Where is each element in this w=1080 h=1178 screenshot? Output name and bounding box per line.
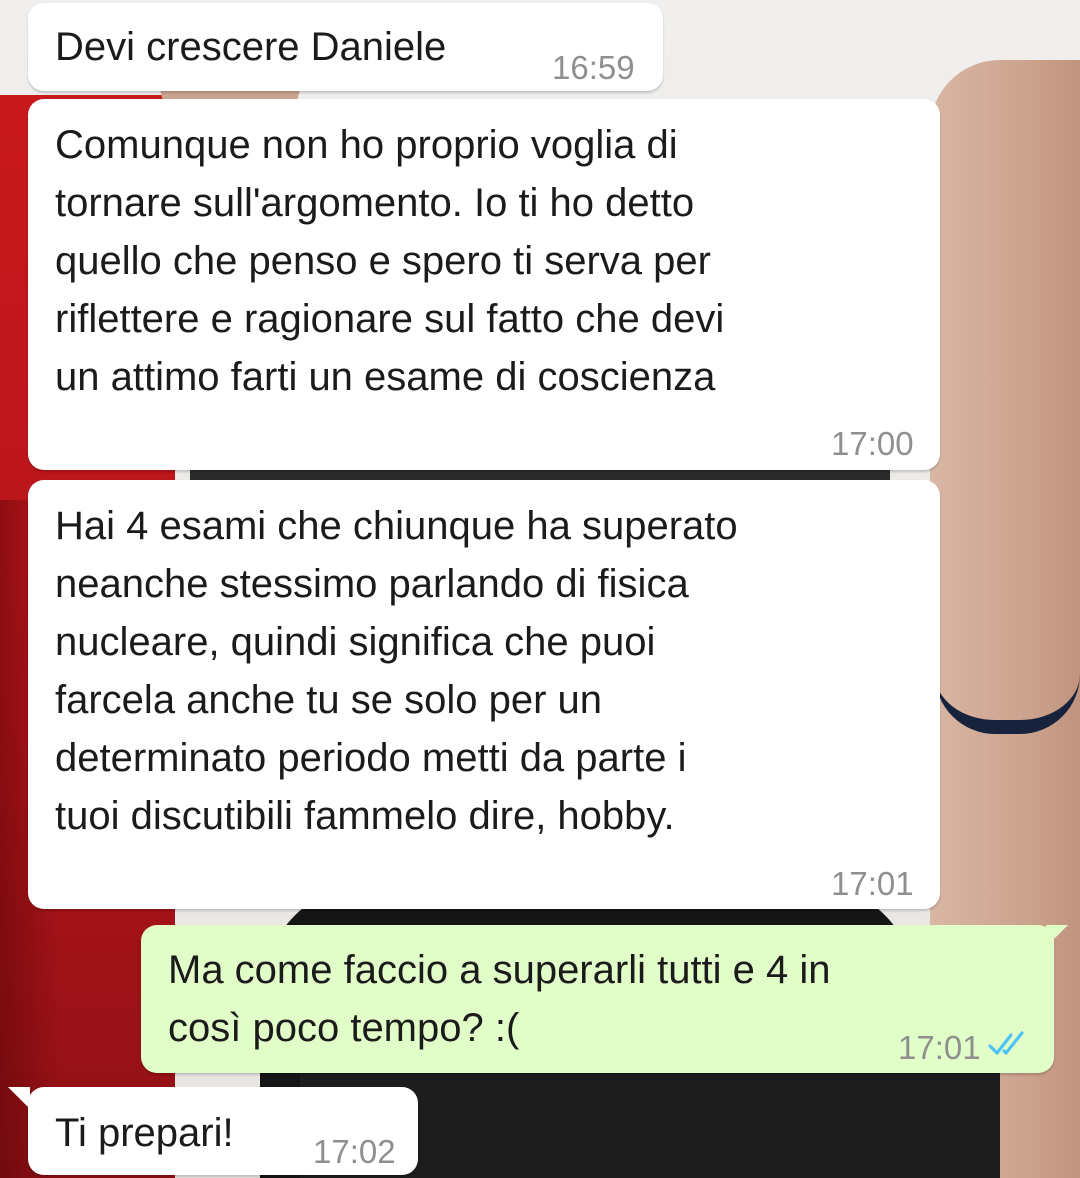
message-list[interactable]: Devi crescere Daniele 16:59 Comunque non…: [0, 0, 1080, 1178]
message-bubble-incoming[interactable]: Hai 4 esami che chiunque ha superato nea…: [28, 480, 940, 909]
message-text: Devi crescere Daniele: [55, 25, 447, 69]
double-check-icon: [988, 1031, 1024, 1055]
message-text: Hai 4 esami che chiunque ha superato nea…: [55, 504, 738, 838]
message-timestamp: 17:02: [313, 1133, 396, 1170]
message-bubble-outgoing[interactable]: Ma come faccio a superarli tutti e 4 in …: [141, 925, 1054, 1073]
message-bubble-incoming[interactable]: Devi crescere Daniele 16:59: [28, 3, 663, 91]
message-timestamp: 17:00: [831, 425, 914, 462]
message-timestamp: 16:59: [552, 49, 635, 86]
message-text: Ma come faccio a superarli tutti e 4 in …: [168, 948, 831, 1050]
bubble-tail-incoming: [8, 1087, 30, 1109]
message-timestamp: 17:01: [898, 1029, 981, 1066]
message-text: Ti prepari!: [55, 1111, 234, 1155]
message-timestamp: 17:01: [831, 865, 914, 902]
message-text: Comunque non ho proprio voglia di tornar…: [55, 123, 725, 399]
message-bubble-incoming[interactable]: Comunque non ho proprio voglia di tornar…: [28, 99, 940, 470]
message-bubble-incoming[interactable]: Ti prepari! 17:02: [28, 1087, 418, 1175]
